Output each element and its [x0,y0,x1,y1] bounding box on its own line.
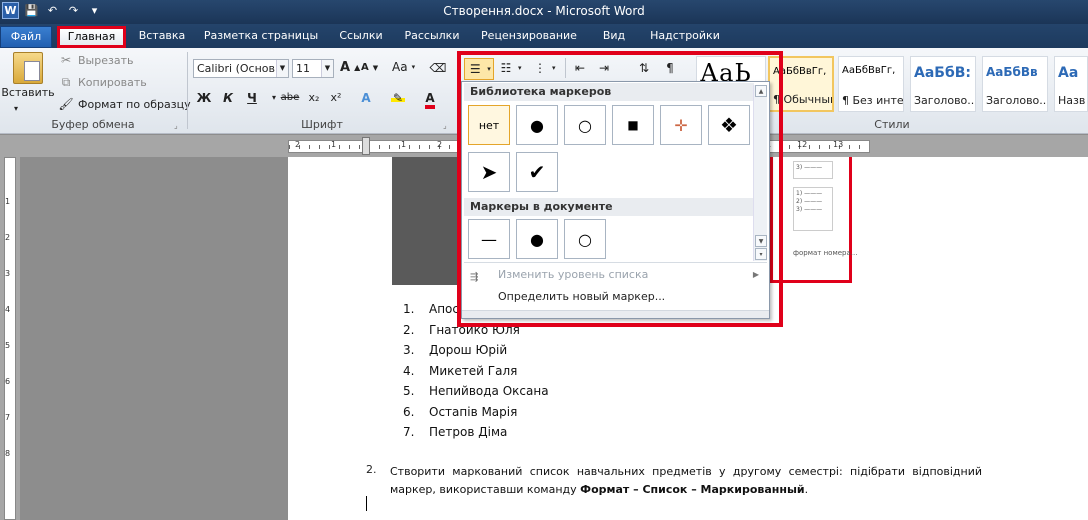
scissors-icon: ✂ [60,53,72,67]
clear-formatting-button[interactable]: ⌫ [429,60,447,76]
submenu-arrow-icon: ▶ [752,270,759,279]
doc-marker-hollow-circle[interactable]: ○ [564,219,606,259]
marker-none[interactable]: нет [468,105,510,145]
copy-button[interactable]: ⧉ Копировать [58,74,147,90]
gallery-more-icon[interactable]: ▾ [755,248,767,260]
library-header: Библиотека маркеров [464,83,754,101]
ribbon-tabs: Файл Главная Вставка Разметка страницы С… [0,24,1088,48]
tab-references[interactable]: Ссылки [332,26,390,48]
embedded-screenshot-image [392,157,462,285]
bullet-library-dropdown: Библиотека маркеров нет ● ○ ■ ✛ ❖ ➤ ✔ Ма… [461,81,770,319]
tab-page-layout[interactable]: Разметка страницы [200,26,322,48]
indent-marker-icon[interactable] [362,137,370,155]
tab-view[interactable]: Вид [594,26,634,48]
define-new-bullet-item[interactable]: Определить новый маркер... [464,286,767,308]
doc-marker-filled-circle[interactable]: ● [516,219,558,259]
numbering-button[interactable]: ☷ ▾ [498,60,522,76]
strikethrough-button[interactable]: abe [278,88,302,108]
bold-button[interactable]: Ж [194,88,214,108]
clipboard-launcher-icon[interactable]: ⌟ [174,121,178,130]
multilevel-list-icon: ⋮ [534,61,546,75]
highlight-button[interactable]: ✎ [388,88,408,108]
shrink-font-button[interactable]: A ▼ [361,62,378,73]
chevron-down-icon[interactable]: ▼ [321,60,333,77]
style-tile-heading1[interactable]: АаБбВ: Заголово... [910,56,976,112]
dropdown-scrollbar[interactable]: ▲ ▼ ▾ [753,85,767,261]
increase-indent-button[interactable]: ⇥ [596,60,612,76]
italic-button[interactable]: К [218,88,238,108]
scroll-up-icon[interactable]: ▲ [755,85,767,97]
marker-arrowhead[interactable]: ➤ [468,152,510,192]
tab-mailings[interactable]: Рассылки [398,26,466,48]
text-cursor [366,496,367,511]
style-tile-no-spacing[interactable]: АаБбВвГг, ¶ Без инте... [838,56,904,112]
marker-hollow-circle[interactable]: ○ [564,105,606,145]
tab-insert[interactable]: Вставка [134,26,190,48]
style-tile-title2[interactable]: Аа Назв [1054,56,1088,112]
format-painter-button[interactable]: 🖌 Формат по образцу [58,96,190,112]
title-bar: W 💾 ↶ ↷ ▾ Створення.docx - Microsoft Wor… [0,0,1088,24]
outdent-icon: ⇤ [574,61,586,75]
tab-addins[interactable]: Надстройки [642,26,728,48]
bullet-list-icon: ☰ [469,62,481,76]
paste-dropdown-icon[interactable]: ▾ [14,104,18,113]
tab-review[interactable]: Рецензирование [474,26,584,48]
font-group-label: Шрифт [301,118,343,131]
decrease-indent-button[interactable]: ⇤ [572,60,588,76]
indent-icon: ⇥ [598,61,610,75]
bullets-button[interactable]: ☰ ▾ [464,58,494,80]
multilevel-list-button[interactable]: ⋮ ▾ [532,60,556,76]
font-size-combo[interactable]: 11 ▼ [292,59,334,78]
list-level-icon: ⇶ [470,272,479,283]
font-color-button[interactable]: A [420,88,440,109]
clipboard-group-label: Буфер обмена [51,118,135,131]
subscript-button[interactable]: x₂ [304,88,324,108]
paragraph-text[interactable]: Створити маркований список навчальних пр… [390,463,982,499]
window-title: Створення.docx - Microsoft Word [443,4,645,18]
tab-home[interactable]: Главная [57,26,126,48]
eraser-icon: ⌫ [429,61,447,75]
marker-diamond[interactable]: ❖ [708,105,750,145]
change-case-button[interactable]: Aa ▾ [392,60,415,74]
paste-button[interactable]: Вставить [1,52,55,99]
paragraph-number: 2. [366,463,377,476]
underline-button[interactable]: Ч [242,88,262,108]
highlighter-icon: ✎ [391,88,405,105]
chevron-down-icon[interactable]: ▼ [276,60,288,77]
change-list-level-item[interactable]: ⇶ Изменить уровень списка ▶ [464,264,767,286]
superscript-button[interactable]: x² [326,88,346,108]
marker-square[interactable]: ■ [612,105,654,145]
tab-file[interactable]: Файл [0,26,52,48]
marker-checkmark[interactable]: ✔ [516,152,558,192]
numbered-list-icon: ☷ [500,61,512,75]
paste-icon [13,52,43,84]
marker-filled-circle[interactable]: ● [516,105,558,145]
copy-icon: ⧉ [61,74,71,89]
cut-button[interactable]: ✂ Вырезать [58,52,134,68]
doc-marker-dash[interactable]: — [468,219,510,259]
font-launcher-icon[interactable]: ⌟ [443,121,447,130]
text-effects-button[interactable]: A [356,88,376,108]
paintbrush-icon: 🖌 [58,97,74,111]
font-name-combo[interactable]: Calibri (Основн ▼ [193,59,289,78]
vertical-ruler[interactable]: 1 2 3 4 5 6 7 8 [0,157,20,520]
dropdown-resize-grip[interactable] [462,310,769,318]
document-markers-header: Маркеры в документе [464,198,754,216]
grow-font-button[interactable]: A ▲ [340,60,360,75]
marker-cross[interactable]: ✛ [660,105,702,145]
style-tile-heading2[interactable]: АаБбВв Заголово... [982,56,1048,112]
scroll-down-icon[interactable]: ▼ [755,235,767,247]
